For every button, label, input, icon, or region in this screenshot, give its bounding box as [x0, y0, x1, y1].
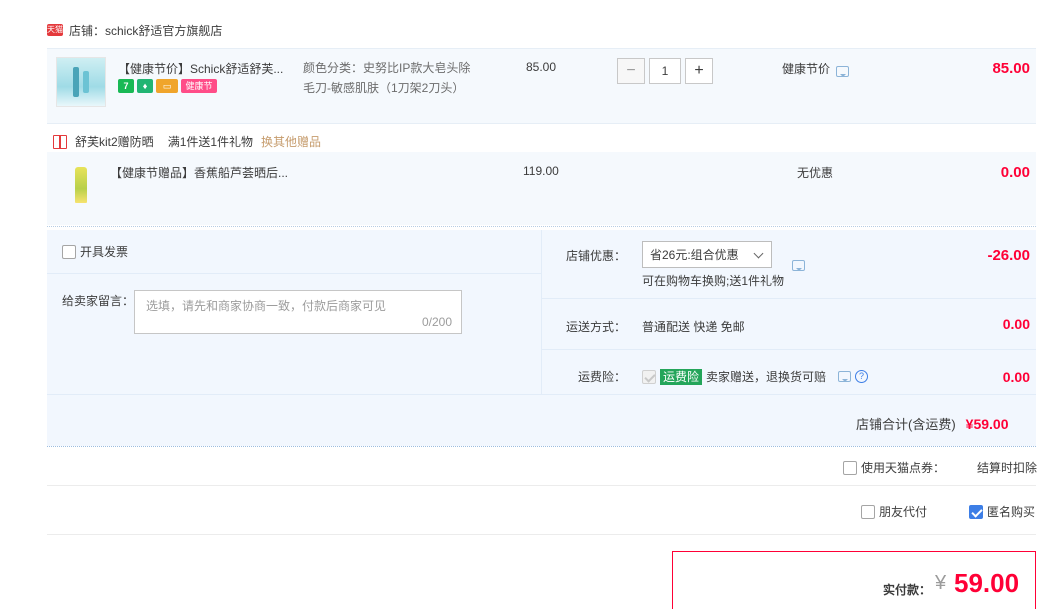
quantity-stepper: − 1 + — [617, 58, 713, 84]
panel-divider — [541, 230, 542, 394]
row-divider — [47, 394, 1036, 395]
friend-pay-checkbox[interactable] — [861, 504, 875, 519]
shop-header: 天猫 店铺：schick舒适官方旗舰店 — [47, 18, 222, 42]
anonymous-option[interactable]: 匿名购买 — [969, 503, 1035, 520]
row-divider — [47, 48, 1036, 49]
item-subtotal: 85.00 — [992, 60, 1030, 77]
credit-card-icon: ▭ — [156, 79, 178, 93]
change-gift-link[interactable]: 换其他赠品 — [261, 133, 321, 150]
store-total: 店铺合计(含运费) ¥59.00 — [856, 414, 1009, 433]
points-note: 结算时扣除 — [977, 461, 1038, 475]
message-placeholder: 选填，请先和商家协商一致，付款后商家可见 — [146, 299, 387, 313]
seller-message-input[interactable]: 选填，请先和商家协商一致，付款后商家可见 0/200 — [134, 290, 462, 334]
row-divider — [542, 298, 1036, 299]
gift-unit-price: 119.00 — [523, 164, 559, 178]
discount-note: 可在购物车换购;送1件礼物 — [642, 274, 785, 288]
comment-icon[interactable] — [836, 66, 849, 77]
payment-summary: 实付款： ¥ 59.00 — [672, 551, 1036, 609]
sku-line: 颜色分类：史努比IP款大皂头除 — [303, 61, 471, 75]
gift-header: 舒芙kit2赠防晒 满1件送1件礼物 换其他赠品 — [53, 133, 321, 150]
gift-thumbnail[interactable] — [56, 160, 106, 210]
insurance-amount: 0.00 — [1002, 369, 1030, 385]
gift-icon — [53, 134, 67, 149]
store-total-label: 店铺合计(含运费) — [856, 417, 956, 432]
row-divider — [47, 534, 1036, 535]
product-title[interactable]: 【健康节价】Schick舒适舒芙... — [118, 60, 283, 77]
message-char-count: 0/200 — [421, 315, 452, 329]
chevron-down-icon — [753, 248, 764, 259]
currency-symbol: ¥ — [935, 572, 947, 594]
gift-item-row — [47, 152, 1036, 225]
product-thumbnail[interactable] — [56, 57, 106, 107]
promo-label: 健康节价 — [782, 62, 831, 76]
gift-rule: 满1件送1件礼物 — [167, 135, 254, 149]
discount-amount: -26.00 — [987, 247, 1030, 264]
insurance-info: 运费险 卖家赠送，退换货可赔 ? — [642, 368, 869, 385]
discount-label: 店铺优惠： — [566, 249, 627, 263]
gift-promo: 无优惠 — [797, 166, 834, 180]
payment-amount: 59.00 — [954, 568, 1020, 598]
section-divider — [47, 446, 1036, 447]
shipping-label: 运送方式： — [566, 320, 627, 334]
invoice-label: 开具发票 — [80, 245, 129, 259]
comment-icon[interactable] — [792, 260, 805, 271]
quantity-input[interactable]: 1 — [649, 58, 681, 84]
points-checkbox[interactable] — [843, 460, 857, 475]
gift-subtotal: 0.00 — [1000, 164, 1030, 181]
gift-title[interactable]: 【健康节赠品】香蕉船芦荟晒后... — [110, 164, 288, 181]
anonymous-checkbox[interactable] — [969, 504, 983, 519]
insurance-label: 运费险： — [578, 370, 627, 384]
gift-name: 舒芙kit2赠防晒 — [75, 135, 154, 149]
row-divider — [542, 349, 1036, 350]
comment-icon[interactable] — [838, 371, 852, 382]
section-divider — [47, 226, 1036, 227]
anonymous-label: 匿名购买 — [987, 505, 1036, 519]
shop-name[interactable]: 店铺：schick舒适官方旗舰店 — [69, 22, 222, 39]
shipping-amount: 0.00 — [1002, 316, 1030, 332]
seven-day-return-icon: 7 — [118, 79, 134, 93]
friend-pay-option[interactable]: 朋友代付 — [861, 503, 927, 520]
payment-label: 实付款： — [883, 583, 932, 597]
row-divider — [47, 123, 1036, 124]
points-label: 使用天猫点券： — [861, 461, 946, 475]
unit-price: 85.00 — [526, 60, 557, 74]
sku-line: 毛刀-敏感肌肤（1刀架2刀头） — [303, 81, 465, 95]
guarantee-icon: ♦ — [137, 79, 153, 93]
shipping-method: 普通配送 快递 免邮 — [642, 320, 745, 334]
sku-info: 颜色分类：史努比IP款大皂头除 毛刀-敏感肌肤（1刀架2刀头） — [303, 58, 470, 98]
product-tags: 7 ♦ ▭ 健康节 — [118, 79, 217, 93]
invoice-checkbox[interactable] — [62, 244, 76, 259]
friend-pay-label: 朋友代付 — [879, 505, 928, 519]
health-festival-tag: 健康节 — [181, 79, 217, 93]
row-divider — [47, 485, 1036, 486]
points-option[interactable]: 使用天猫点券： — [843, 459, 945, 476]
insurance-tag: 运费险 — [660, 368, 703, 385]
message-label: 给卖家留言： — [62, 294, 135, 308]
discount-selected: 省26元:组合优惠 — [650, 248, 739, 262]
invoice-option[interactable]: 开具发票 — [62, 243, 128, 260]
store-total-amount: ¥59.00 — [965, 415, 1009, 432]
tmall-badge-icon: 天猫 — [47, 24, 63, 36]
increase-button[interactable]: + — [685, 58, 713, 84]
insurance-text: 卖家赠送，退换货可赔 — [706, 370, 827, 384]
decrease-button[interactable]: − — [617, 58, 645, 84]
help-icon[interactable]: ? — [855, 370, 869, 383]
discount-select[interactable]: 省26元:组合优惠 — [642, 241, 772, 268]
insurance-checkbox — [642, 369, 656, 384]
